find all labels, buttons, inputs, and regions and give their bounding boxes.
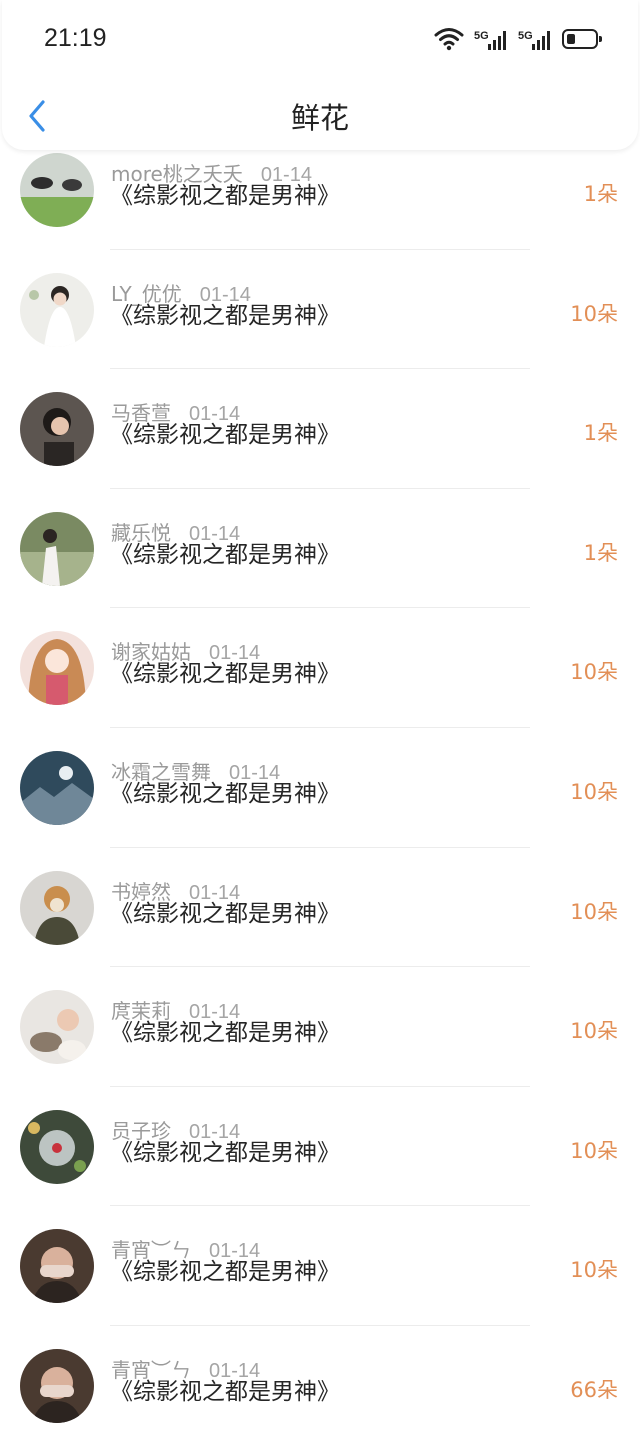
flower-count: 10朵 xyxy=(570,301,618,326)
svg-text:5G: 5G xyxy=(518,30,533,42)
status-icons: 5G 5G xyxy=(434,26,602,52)
flower-count: 10朵 xyxy=(570,660,618,685)
flower-count: 66朵 xyxy=(570,1377,618,1402)
book-title[interactable]: 《综影视之都是男神》 xyxy=(110,415,340,449)
list-item[interactable]: 马香萱 01-14 《综影视之都是男神》 1朵 xyxy=(0,369,640,489)
flower-count: 10朵 xyxy=(570,1138,618,1163)
5g-signal-icon: 5G xyxy=(518,30,550,50)
flower-list: more桃之夭夭 01-14 《综影视之都是男神》 1朵 LY_优优 01-14 《… xyxy=(0,130,640,1446)
book-title[interactable]: 《综影视之都是男神》 xyxy=(110,774,340,808)
avatar[interactable] xyxy=(20,1109,94,1184)
avatar[interactable] xyxy=(20,870,94,945)
top-bar: 21:19 5G 5G 鲜花 xyxy=(2,0,638,150)
flower-count: 1朵 xyxy=(583,182,618,206)
avatar[interactable] xyxy=(20,392,94,467)
wifi-icon xyxy=(434,28,464,51)
list-item[interactable]: 冰霜之雪舞 01-14 《综影视之都是男神》 10朵 xyxy=(0,728,640,848)
flower-count: 10朵 xyxy=(570,1019,618,1044)
avatar[interactable] xyxy=(20,272,94,347)
avatar[interactable] xyxy=(20,750,94,825)
svg-text:5G: 5G xyxy=(474,30,489,42)
avatar[interactable] xyxy=(20,631,94,706)
page-title: 鲜花 xyxy=(290,101,349,135)
book-title[interactable]: 《综影视之都是男神》 xyxy=(110,1133,340,1167)
status-time: 21:19 xyxy=(44,24,107,52)
list-item[interactable]: 青宵︶ㄣ 01-14 《综影视之都是男神》 66朵 xyxy=(0,1326,640,1446)
flower-count: 10朵 xyxy=(570,779,618,804)
list-item[interactable]: 青宵︶ㄣ 01-14 《综影视之都是男神》 10朵 xyxy=(0,1206,640,1326)
list-item[interactable]: 员子珍 01-14 《综影视之都是男神》 10朵 xyxy=(0,1087,640,1207)
book-title[interactable]: 《综影视之都是男神》 xyxy=(110,296,340,330)
avatar[interactable] xyxy=(20,1348,94,1423)
list-item[interactable]: 谢家姑姑 01-14 《综影视之都是男神》 10朵 xyxy=(0,608,640,728)
book-title[interactable]: 《综影视之都是男神》 xyxy=(110,176,340,210)
list-item[interactable]: 书婷然 01-14 《综影视之都是男神》 10朵 xyxy=(0,848,640,968)
avatar[interactable] xyxy=(20,990,94,1065)
flower-count: 10朵 xyxy=(570,899,618,924)
flower-count: 1朵 xyxy=(583,540,618,565)
list-item[interactable]: 庹茉莉 01-14 《综影视之都是男神》 10朵 xyxy=(0,967,640,1087)
book-title[interactable]: 《综影视之都是男神》 xyxy=(110,1252,340,1286)
battery-icon xyxy=(562,29,602,49)
avatar[interactable] xyxy=(20,511,94,586)
book-title[interactable]: 《综影视之都是男神》 xyxy=(110,654,340,688)
5g-signal-icon: 5G xyxy=(474,30,506,50)
avatar[interactable] xyxy=(20,153,94,227)
flower-count: 1朵 xyxy=(583,421,618,446)
flower-count: 10朵 xyxy=(570,1258,618,1283)
list-item[interactable]: 藏乐悦 01-14 《综影视之都是男神》 1朵 xyxy=(0,489,640,609)
avatar[interactable] xyxy=(20,1229,94,1304)
book-title[interactable]: 《综影视之都是男神》 xyxy=(110,1372,340,1406)
book-title[interactable]: 《综影视之都是男神》 xyxy=(110,1013,340,1047)
book-title[interactable]: 《综影视之都是男神》 xyxy=(110,535,340,569)
book-title[interactable]: 《综影视之都是男神》 xyxy=(110,894,340,928)
list-item[interactable]: LY_优优 01-14 《综影视之都是男神》 10朵 xyxy=(0,250,640,370)
